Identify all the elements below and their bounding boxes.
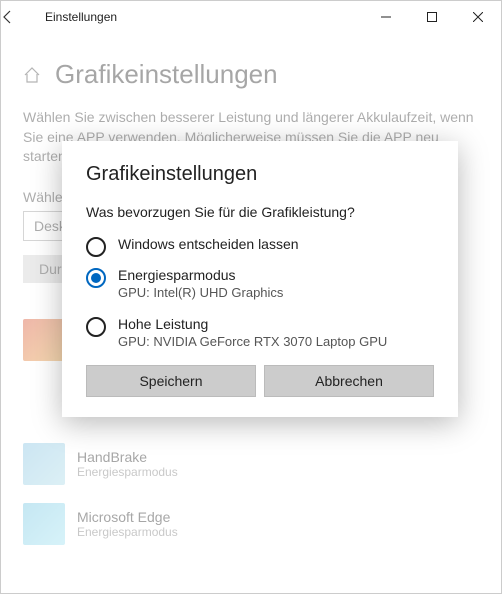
close-button[interactable]: [455, 1, 501, 33]
option-label: Hohe Leistung: [118, 316, 434, 332]
option-let-windows-decide[interactable]: Windows entscheiden lassen: [86, 236, 434, 257]
app-preference: Energiesparmodus: [77, 465, 178, 479]
app-preference: Energiesparmodus: [77, 525, 178, 539]
radio-icon: [86, 268, 106, 288]
app-icon: [23, 503, 65, 545]
graphics-preference-dialog: Grafikeinstellungen Was bevorzugen Sie f…: [62, 141, 458, 417]
list-item[interactable]: Microsoft Edge Energiesparmodus: [23, 499, 479, 549]
cancel-button[interactable]: Abbrechen: [264, 365, 434, 397]
maximize-button[interactable]: [409, 1, 455, 33]
dialog-title: Grafikeinstellungen: [86, 163, 434, 186]
back-button[interactable]: [1, 10, 45, 24]
option-gpu: GPU: Intel(R) UHD Graphics: [118, 285, 434, 300]
window-title: Einstellungen: [45, 10, 363, 24]
home-icon[interactable]: [23, 66, 41, 84]
radio-icon: [86, 317, 106, 337]
app-icon: [23, 443, 65, 485]
title-bar: Einstellungen: [1, 1, 501, 33]
option-gpu: GPU: NVIDIA GeForce RTX 3070 Laptop GPU: [118, 334, 434, 349]
dialog-question: Was bevorzugen Sie für die Grafikleistun…: [86, 204, 434, 220]
app-icon: [23, 319, 65, 361]
option-power-saving[interactable]: Energiesparmodus GPU: Intel(R) UHD Graph…: [86, 267, 434, 300]
option-high-performance[interactable]: Hohe Leistung GPU: NVIDIA GeForce RTX 30…: [86, 316, 434, 349]
minimize-button[interactable]: [363, 1, 409, 33]
option-label: Windows entscheiden lassen: [118, 236, 434, 252]
list-item[interactable]: HandBrake Energiesparmodus: [23, 439, 479, 489]
save-button[interactable]: Speichern: [86, 365, 256, 397]
app-name: HandBrake: [77, 449, 178, 465]
page-title: Grafikeinstellungen: [55, 59, 278, 90]
radio-icon: [86, 237, 106, 257]
app-name: Microsoft Edge: [77, 509, 178, 525]
option-label: Energiesparmodus: [118, 267, 434, 283]
